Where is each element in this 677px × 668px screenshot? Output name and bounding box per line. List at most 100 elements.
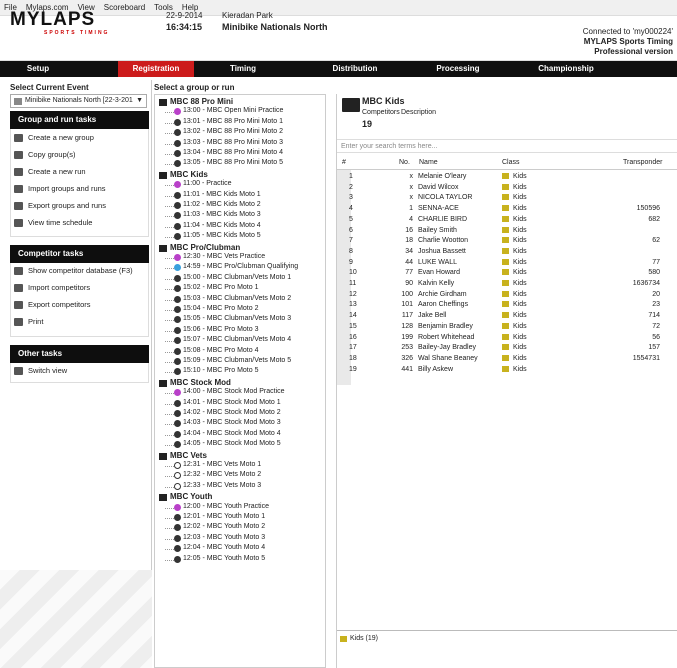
tree-run[interactable]: 12:04 - MBC Youth Moto 4 (165, 544, 265, 553)
tab-setup[interactable]: Setup (0, 61, 76, 77)
tree-run[interactable]: 14:04 - MBC Stock Mod Moto 4 (165, 430, 281, 438)
tree-run[interactable]: 14:02 - MBC Stock Mod Moto 2 (165, 409, 281, 417)
tree-run[interactable]: 11:04 - MBC Kids Moto 4 (165, 222, 261, 230)
table-row[interactable]: 4 1 SENNA-ACE Kids 150596 (337, 204, 677, 215)
tree-group[interactable]: MBC Stock Mod (159, 378, 231, 387)
competitor-tasks-header[interactable]: Competitor tasks (10, 245, 149, 263)
tree-run[interactable]: 12:01 - MBC Youth Moto 1 (165, 513, 265, 521)
tree-run[interactable]: 11:01 - MBC Kids Moto 1 (165, 191, 261, 199)
copy-group-button[interactable]: Copy group(s) (14, 148, 76, 162)
tab-championship[interactable]: Championship (528, 61, 604, 77)
tree-run[interactable]: 12:31 - MBC Vets Moto 1 (165, 461, 261, 469)
tree-run[interactable]: 11:00 - Practice (165, 180, 232, 189)
table-row[interactable]: 11 90 Kalvin Kelly Kids 1636734 (337, 279, 677, 290)
create-group-button[interactable]: Create a new group (14, 131, 94, 145)
show-competitor-db-button[interactable]: Show competitor database (F3) (14, 264, 133, 278)
other-tasks-header[interactable]: Other tasks (10, 345, 149, 363)
tree-run[interactable]: 14:00 - MBC Stock Mod Practice (165, 388, 285, 397)
import-competitors-button[interactable]: Import competitors (14, 281, 90, 295)
tree-group[interactable]: MBC Pro/Clubman (159, 243, 240, 252)
tree-run[interactable]: 11:05 - MBC Kids Moto 5 (165, 232, 261, 241)
chevron-down-icon[interactable]: ▼ (136, 95, 143, 107)
tree-run[interactable]: 13:03 - MBC 88 Pro Mini Moto 3 (165, 139, 283, 147)
tree-run[interactable]: 12:33 - MBC Vets Moto 3 (165, 482, 261, 490)
tree-connector (165, 403, 174, 405)
table-row[interactable]: 13 101 Aaron Cheffings Kids 23 (337, 300, 677, 311)
tree-run[interactable]: 13:01 - MBC 88 Pro Mini Moto 1 (165, 118, 283, 126)
col-transponder[interactable]: Transponder (623, 159, 662, 166)
group-tasks-header[interactable]: Group and run tasks (10, 111, 149, 129)
table-row[interactable]: 8 34 Joshua Bassett Kids (337, 247, 677, 258)
tree-run[interactable]: 14:59 - MBC Pro/Clubman Qualifying (165, 263, 298, 272)
col-index[interactable]: # (342, 159, 346, 166)
table-row[interactable]: 18 326 Wal Shane Beaney Kids 1554731 (337, 354, 677, 365)
tree-run[interactable]: 12:03 - MBC Youth Moto 3 (165, 534, 265, 542)
tree-run[interactable]: 15:05 - MBC Clubman/Vets Moto 3 (165, 315, 291, 324)
tree-run[interactable]: 12:00 - MBC Youth Practice (165, 503, 269, 511)
menu-item[interactable]: Scoreboard (104, 3, 145, 12)
export-competitors-button[interactable]: Export competitors (14, 298, 91, 312)
tree-run[interactable]: 15:09 - MBC Clubman/Vets Moto 5 (165, 357, 291, 365)
table-row[interactable]: 2 x David Wilcox Kids (337, 183, 677, 194)
table-row[interactable]: 9 44 LUKE WALL Kids 77 (337, 258, 677, 269)
tree-run[interactable]: 12:32 - MBC Vets Moto 2 (165, 471, 261, 480)
table-row[interactable]: 16 199 Robert Whitehead Kids 56 (337, 333, 677, 344)
tree-run[interactable]: 15:10 - MBC Pro Moto 5 (165, 367, 258, 376)
table-row[interactable]: 14 117 Jake Bell Kids 714 (337, 311, 677, 322)
table-row[interactable]: 10 77 Evan Howard Kids 580 (337, 268, 677, 279)
tree-run[interactable]: 14:05 - MBC Stock Mod Moto 5 (165, 440, 281, 449)
tree-run[interactable]: 14:01 - MBC Stock Mod Moto 1 (165, 399, 281, 407)
tab-distribution[interactable]: Distribution (322, 61, 388, 77)
tree-run[interactable]: 14:03 - MBC Stock Mod Moto 3 (165, 419, 281, 428)
tree-run[interactable]: 11:03 - MBC Kids Moto 3 (165, 211, 261, 220)
run-status-icon (174, 368, 181, 376)
tree-connector (165, 414, 174, 415)
tree-run[interactable]: 13:00 - MBC Open Mini Practice (165, 107, 283, 116)
table-row[interactable]: 17 253 Bailey-Jay Bradley Kids 157 (337, 343, 677, 354)
import-groups-button[interactable]: Import groups and runs (14, 182, 106, 196)
tree-run[interactable]: 13:02 - MBC 88 Pro Mini Moto 2 (165, 128, 283, 137)
tree-group[interactable]: MBC Vets (159, 451, 207, 460)
tree-run[interactable]: 15:06 - MBC Pro Moto 3 (165, 326, 258, 334)
tab-registration[interactable]: Registration (118, 61, 194, 77)
tree-run[interactable]: 15:00 - MBC Clubman/Vets Moto 1 (165, 274, 291, 282)
table-row[interactable]: 12 100 Archie Girdham Kids 20 (337, 290, 677, 301)
tree-run[interactable]: 15:08 - MBC Pro Moto 4 (165, 347, 258, 355)
tree-run[interactable]: 12:05 - MBC Youth Moto 5 (165, 555, 265, 563)
switch-view-button[interactable]: Switch view (14, 364, 67, 378)
view-schedule-button[interactable]: View time schedule (14, 216, 92, 230)
col-class[interactable]: Class (502, 159, 520, 166)
tab-processing[interactable]: Processing (425, 61, 491, 77)
table-row[interactable]: 19 441 Billy Askew Kids (337, 365, 677, 376)
table-row[interactable]: 6 16 Bailey Smith Kids (337, 226, 677, 237)
tree-run[interactable]: 11:02 - MBC Kids Moto 2 (165, 201, 261, 209)
table-row[interactable]: 3 x NICOLA TAYLOR Kids (337, 193, 677, 204)
tree-group[interactable]: MBC Kids (159, 170, 208, 179)
tab-timing[interactable]: Timing (212, 61, 274, 77)
pane-splitter[interactable] (328, 94, 336, 668)
table-row[interactable]: 7 18 Charlie Wootton Kids 62 (337, 236, 677, 247)
search-input[interactable]: Enter your search terms here... (337, 139, 677, 153)
export-groups-button[interactable]: Export groups and runs (14, 199, 106, 213)
tree-group[interactable]: MBC Youth (159, 492, 212, 502)
run-status-icon (174, 410, 181, 417)
tree-run[interactable]: 15:07 - MBC Clubman/Vets Moto 4 (165, 336, 291, 345)
tree-run[interactable]: 15:04 - MBC Pro Moto 2 (165, 305, 258, 313)
tree-run[interactable]: 15:02 - MBC Pro Moto 1 (165, 284, 258, 293)
event-select[interactable]: Minibike Nationals North [22-3-201 ▼ (10, 94, 147, 108)
tree-run[interactable]: 13:05 - MBC 88 Pro Mini Moto 5 (165, 159, 283, 168)
table-row[interactable]: 5 4 CHARLIE BIRD Kids 682 (337, 215, 677, 226)
run-status-icon (174, 514, 181, 521)
table-row[interactable]: 15 128 Benjamin Bradley Kids 72 (337, 322, 677, 333)
tree-run[interactable]: 12:02 - MBC Youth Moto 2 (165, 523, 265, 532)
tree-group[interactable]: MBC 88 Pro Mini (159, 97, 233, 106)
tree-run-label: 13:05 - MBC 88 Pro Mini Moto 5 (183, 159, 283, 167)
print-button[interactable]: Print (14, 315, 43, 329)
tree-run[interactable]: 15:03 - MBC Clubman/Vets Moto 2 (165, 295, 291, 303)
create-run-button[interactable]: Create a new run (14, 165, 86, 179)
col-number[interactable]: No. (399, 159, 410, 166)
tree-run[interactable]: 12:30 - MBC Vets Practice (165, 253, 265, 261)
table-row[interactable]: 1 x Melanie O'leary Kids (337, 172, 677, 183)
col-name[interactable]: Name (419, 159, 438, 166)
tree-run[interactable]: 13:04 - MBC 88 Pro Mini Moto 4 (165, 149, 283, 157)
